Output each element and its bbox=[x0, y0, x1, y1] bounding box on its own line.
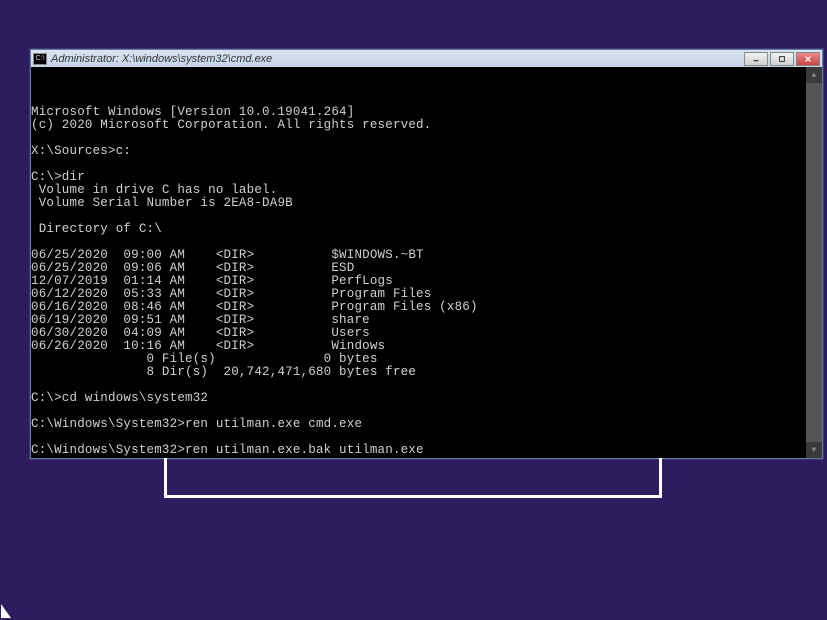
dir-summary: 8 Dir(s) 20,742,471,680 bytes free bbox=[31, 365, 416, 379]
scroll-thumb[interactable] bbox=[806, 83, 822, 442]
prompt-line: X:\Sources>c: bbox=[31, 144, 131, 158]
directory-listing: 06/25/2020 09:00 AM <DIR> $WINDOWS.~BT 0… bbox=[31, 249, 822, 353]
mouse-cursor-icon bbox=[1, 604, 11, 618]
prompt-line: C:\>dir bbox=[31, 170, 85, 184]
window-controls bbox=[744, 52, 820, 66]
os-version: Microsoft Windows [Version 10.0.19041.26… bbox=[31, 105, 354, 119]
file-summary: 0 File(s) 0 bytes bbox=[31, 352, 378, 366]
maximize-button[interactable] bbox=[770, 52, 794, 66]
volume-serial: Volume Serial Number is 2EA8-DA9B bbox=[31, 196, 293, 210]
close-button[interactable] bbox=[796, 52, 820, 66]
volume-label: Volume in drive C has no label. bbox=[31, 183, 277, 197]
prompt-line: C:\>cd windows\system32 bbox=[31, 391, 208, 405]
minimize-button[interactable] bbox=[744, 52, 768, 66]
terminal-content: Microsoft Windows [Version 10.0.19041.26… bbox=[31, 93, 822, 458]
maximize-icon bbox=[777, 55, 787, 63]
titlebar[interactable]: C:\ Administrator: X:\windows\system32\c… bbox=[31, 50, 822, 67]
background-dialog-frame bbox=[164, 458, 662, 498]
close-icon bbox=[803, 55, 813, 63]
directory-of: Directory of C:\ bbox=[31, 222, 162, 236]
prompt-line: C:\Windows\System32>ren utilman.exe.bak … bbox=[31, 443, 424, 457]
prompt-line: C:\Windows\System32>ren utilman.exe cmd.… bbox=[31, 417, 362, 431]
cmd-window: C:\ Administrator: X:\windows\system32\c… bbox=[30, 49, 823, 459]
cmd-icon: C:\ bbox=[33, 53, 47, 65]
scroll-up-button[interactable]: ▲ bbox=[806, 67, 822, 83]
copyright: (c) 2020 Microsoft Corporation. All righ… bbox=[31, 118, 431, 132]
scrollbar[interactable]: ▲ ▼ bbox=[806, 67, 822, 458]
terminal-area[interactable]: Microsoft Windows [Version 10.0.19041.26… bbox=[31, 67, 822, 458]
scroll-down-button[interactable]: ▼ bbox=[806, 442, 822, 458]
window-title: Administrator: X:\windows\system32\cmd.e… bbox=[51, 53, 744, 65]
minimize-icon bbox=[751, 55, 761, 63]
